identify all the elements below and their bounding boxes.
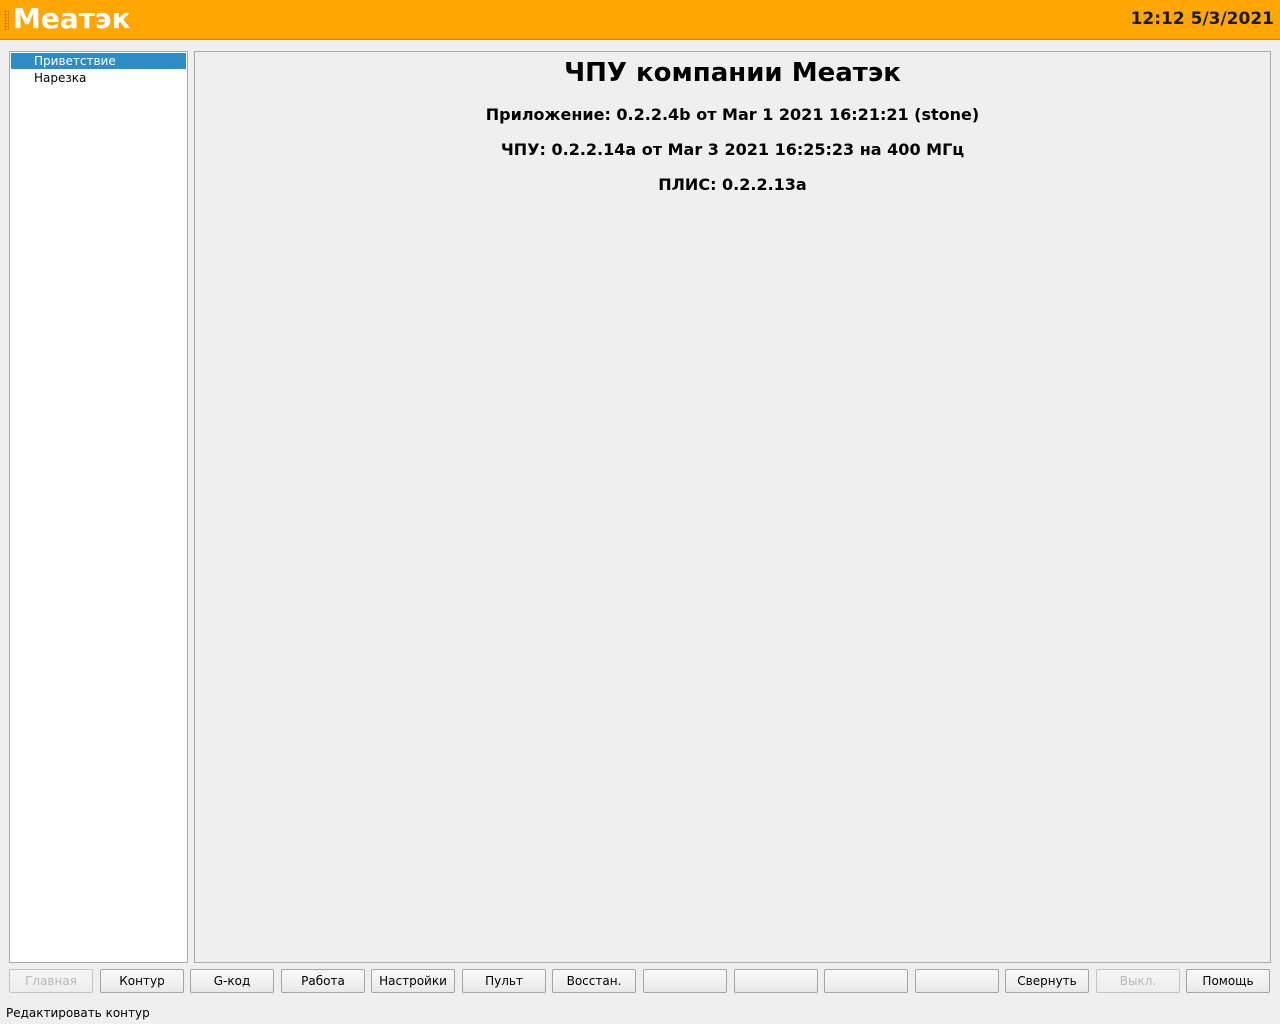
sidebar-item-cutting[interactable]: Нарезка xyxy=(11,70,186,86)
minimize-button[interactable]: Свернуть xyxy=(1005,969,1089,993)
empty-button-3[interactable] xyxy=(824,969,908,993)
empty-button-4[interactable] xyxy=(915,969,999,993)
clock: 12:12 5/3/2021 xyxy=(1130,9,1274,29)
home-button[interactable]: Главная xyxy=(9,969,93,993)
bottom-toolbar: Главная Контур G-код Работа Настройки Пу… xyxy=(0,969,1280,994)
status-bar-text: Редактировать контур xyxy=(6,1006,150,1020)
drag-grip-icon[interactable] xyxy=(4,10,9,30)
work-button[interactable]: Работа xyxy=(281,969,365,993)
fpga-version-text: ПЛИС: 0.2.2.13a xyxy=(658,175,807,194)
contour-button[interactable]: Контур xyxy=(100,969,184,993)
empty-button-2[interactable] xyxy=(734,969,818,993)
gcode-button[interactable]: G-код xyxy=(190,969,274,993)
page-title: ЧПУ компании Меатэк xyxy=(564,58,901,88)
app-version-text: Приложение: 0.2.2.4b от Mar 1 2021 16:21… xyxy=(485,105,980,124)
sidebar-nav: Приветствие Нарезка xyxy=(9,51,188,963)
settings-button[interactable]: Настройки xyxy=(371,969,455,993)
empty-button-1[interactable] xyxy=(643,969,727,993)
app-title: Меатэк xyxy=(13,2,131,35)
restore-button[interactable]: Восстан. xyxy=(552,969,636,993)
title-bar: Меатэк 12:12 5/3/2021 xyxy=(0,0,1280,40)
main-panel: ЧПУ компании Меатэк Приложение: 0.2.2.4b… xyxy=(194,51,1271,963)
console-button[interactable]: Пульт xyxy=(462,969,546,993)
power-off-button[interactable]: Выкл. xyxy=(1096,969,1180,993)
help-button[interactable]: Помощь xyxy=(1186,969,1270,993)
sidebar-item-greeting[interactable]: Приветствие xyxy=(11,53,186,69)
cnc-version-text: ЧПУ: 0.2.2.14a от Mar 3 2021 16:25:23 на… xyxy=(500,140,965,159)
